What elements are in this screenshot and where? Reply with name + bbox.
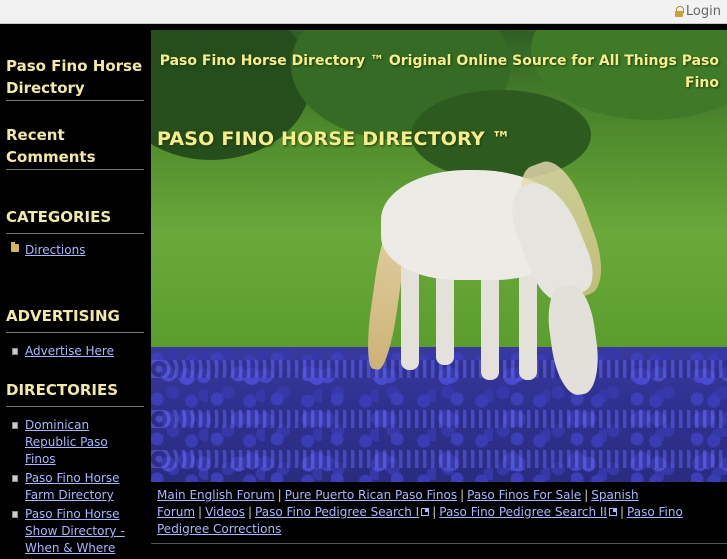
recent-comments-heading: Recent Comments — [6, 124, 144, 170]
hero-banner: Paso Fino Horse Directory ™ Original Onl… — [151, 30, 727, 482]
separator: | — [277, 488, 282, 502]
separator: | — [198, 505, 203, 519]
advertising-list: Advertise Here — [10, 343, 140, 362]
list-item[interactable]: Directions — [10, 242, 140, 259]
hero-tagline: Paso Fino Horse Directory ™ Original Onl… — [159, 53, 719, 91]
videos-link[interactable]: Videos — [205, 505, 245, 519]
login-label[interactable]: Login — [686, 4, 721, 19]
footer-nav: Main English Forum | Pure Puerto Rican Pas… — [151, 482, 727, 545]
pedigree-search-i-link[interactable]: Paso Fino Pedigree Search I — [255, 505, 419, 519]
list-item[interactable]: Dominican Republic Paso Finos — [10, 417, 140, 468]
pedigree-search-ii-link[interactable]: Paso Fino Pedigree Search II — [439, 505, 607, 519]
external-link-icon — [421, 508, 430, 516]
show-directory-link[interactable]: Paso Fino Horse Show Directory - When & … — [25, 507, 125, 555]
footer-divider — [151, 543, 727, 544]
directories-list: Dominican Republic Paso Finos Paso Fino … — [10, 417, 140, 559]
main-english-forum-link[interactable]: Main English Forum — [157, 488, 275, 502]
separator: | — [432, 505, 437, 519]
sidebar: Paso Fino Horse Directory Recent Comment… — [0, 30, 150, 555]
page-icon — [12, 348, 18, 355]
list-item[interactable]: Paso Fino Horse Show Directory - When & … — [10, 506, 140, 557]
paso-finos-for-sale-link[interactable]: Paso Finos For Sale — [467, 488, 581, 502]
top-bar: Login — [0, 0, 727, 24]
advertising-heading: ADVERTISING — [6, 306, 144, 333]
category-link-directions[interactable]: Directions — [25, 243, 85, 257]
lock-icon — [674, 6, 684, 17]
login-link[interactable]: Login — [674, 4, 721, 19]
horse-leg — [436, 265, 454, 365]
page-icon — [12, 511, 18, 518]
advertise-here-link[interactable]: Advertise Here — [25, 344, 114, 358]
list-item[interactable]: Advertise Here — [10, 343, 140, 360]
categories-heading: CATEGORIES — [6, 207, 144, 234]
hero-title: PASO FINO HORSE DIRECTORY ™ — [157, 128, 511, 150]
categories-list: Directions — [10, 240, 140, 261]
horse-leg — [401, 260, 419, 370]
directories-heading: DIRECTORIES — [6, 380, 144, 407]
separator: | — [460, 488, 465, 502]
separator: | — [247, 505, 253, 519]
flower-row — [151, 410, 727, 428]
page-icon — [12, 475, 18, 482]
external-link-icon — [608, 508, 617, 516]
farm-directory-link[interactable]: Paso Fino Horse Farm Directory — [25, 471, 120, 502]
pure-puerto-rican-link[interactable]: Pure Puerto Rican Paso Finos — [285, 488, 457, 502]
separator: | — [619, 505, 625, 519]
folder-icon — [11, 244, 19, 252]
flower-row — [151, 450, 727, 468]
separator: | — [584, 488, 589, 502]
dominican-republic-link[interactable]: Dominican Republic Paso Finos — [25, 418, 108, 466]
horse-leg — [519, 265, 537, 380]
page-icon — [12, 422, 18, 429]
list-item[interactable]: Paso Fino Horse Farm Directory — [10, 470, 140, 504]
site-title[interactable]: Paso Fino Horse Directory — [6, 55, 144, 101]
